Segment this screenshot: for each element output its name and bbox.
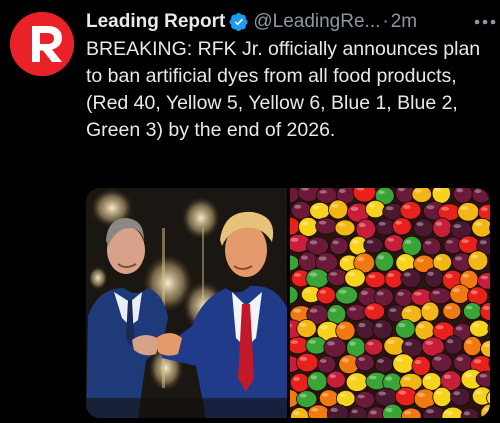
separator-dot: ·: [382, 11, 389, 32]
tweet-text: BREAKING: RFK Jr. officially announces p…: [86, 38, 486, 141]
avatar-logo-text: LEADING: [24, 26, 31, 58]
verified-badge-icon: [229, 12, 249, 32]
photo-candies[interactable]: [290, 188, 490, 418]
photo-candies: [290, 188, 490, 418]
timestamp[interactable]: 2m: [391, 11, 417, 33]
leading-report-logo-icon: LEADING: [10, 12, 74, 76]
handle[interactable]: @LeadingRe...: [253, 11, 380, 33]
photo-handshake[interactable]: [86, 188, 287, 418]
tweet[interactable]: LEADING Leading Report @LeadingRe... · 2…: [0, 0, 500, 423]
display-name[interactable]: Leading Report: [86, 11, 225, 33]
avatar[interactable]: LEADING: [10, 12, 74, 76]
photo-two-men-handshake: [86, 188, 287, 418]
media-grid: [86, 188, 490, 418]
more-options-icon[interactable]: [468, 11, 496, 33]
tweet-header: Leading Report @LeadingRe... · 2m: [86, 8, 496, 36]
